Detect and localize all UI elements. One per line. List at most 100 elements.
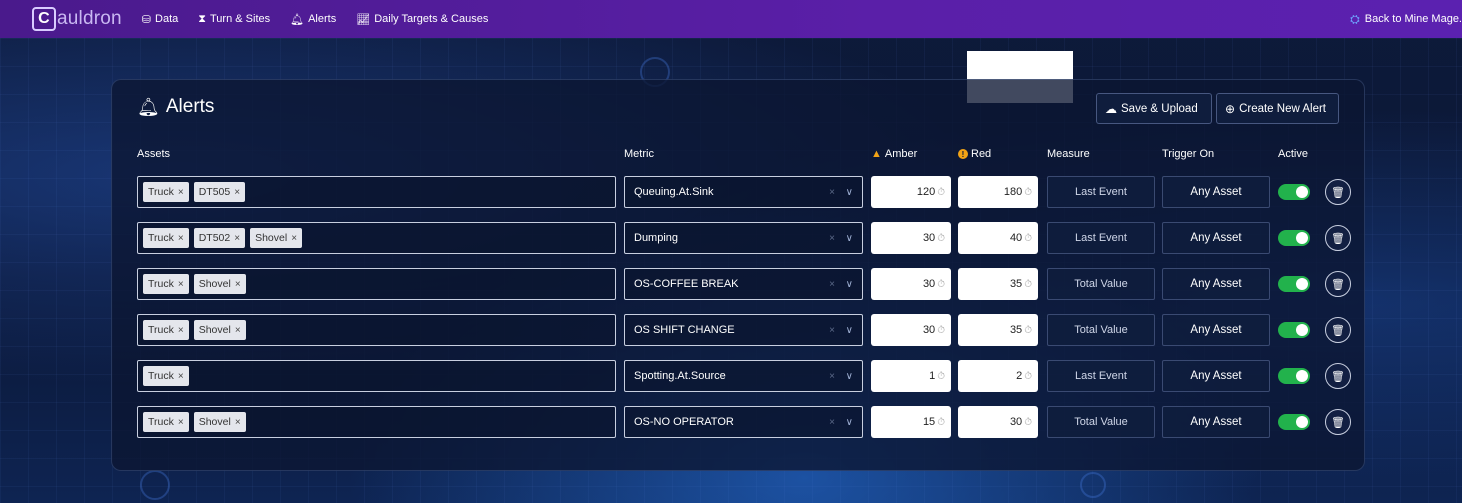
red-threshold-input[interactable]: 35 ⏱: [958, 314, 1038, 346]
asset-tag[interactable]: Truck ×: [143, 412, 189, 432]
metric-select[interactable]: OS-COFFEE BREAK × ∨: [624, 268, 863, 300]
trigger-value: Any Asset: [1190, 186, 1242, 198]
trigger-select[interactable]: Any Asset: [1162, 222, 1270, 254]
asset-tag[interactable]: Shovel ×: [193, 320, 246, 340]
asset-tag[interactable]: Truck ×: [143, 274, 189, 294]
create-alert-button[interactable]: ⊕ Create New Alert: [1216, 93, 1339, 124]
trigger-select[interactable]: Any Asset: [1162, 314, 1270, 346]
metric-select[interactable]: OS SHIFT CHANGE × ∨: [624, 314, 863, 346]
remove-tag-icon[interactable]: ×: [234, 187, 240, 198]
metric-value: Dumping: [634, 232, 679, 244]
measure-select[interactable]: Total Value: [1047, 406, 1155, 438]
active-toggle[interactable]: [1278, 230, 1310, 246]
asset-tag[interactable]: Shovel ×: [250, 228, 303, 248]
asset-tag[interactable]: Shovel ×: [193, 412, 246, 432]
red-threshold-input[interactable]: 35 ⏱: [958, 268, 1038, 300]
remove-tag-icon[interactable]: ×: [234, 233, 240, 244]
clear-icon[interactable]: ×: [829, 371, 835, 382]
remove-tag-icon[interactable]: ×: [178, 371, 184, 382]
asset-tag-label: Truck: [148, 416, 174, 428]
red-threshold-input[interactable]: 180 ⏱: [958, 176, 1038, 208]
amber-threshold-input[interactable]: 30 ⏱: [871, 222, 951, 254]
clear-icon[interactable]: ×: [829, 417, 835, 428]
stopwatch-icon: ⏱: [937, 186, 945, 198]
delete-alert-button[interactable]: 🗑︎: [1325, 409, 1351, 435]
active-toggle[interactable]: [1278, 368, 1310, 384]
assets-multiselect[interactable]: Truck × Shovel ×: [137, 314, 616, 346]
active-toggle[interactable]: [1278, 322, 1310, 338]
remove-tag-icon[interactable]: ×: [235, 325, 241, 336]
delete-alert-button[interactable]: 🗑︎: [1325, 271, 1351, 297]
asset-tag[interactable]: Truck ×: [143, 228, 189, 248]
asset-tag[interactable]: DT502 ×: [193, 228, 246, 248]
remove-tag-icon[interactable]: ×: [178, 417, 184, 428]
asset-tag[interactable]: Truck ×: [143, 366, 189, 386]
remove-tag-icon[interactable]: ×: [178, 279, 184, 290]
column-header-trigger: Trigger On: [1162, 148, 1215, 160]
remove-tag-icon[interactable]: ×: [291, 233, 297, 244]
trigger-select[interactable]: Any Asset: [1162, 176, 1270, 208]
nav-item-turn-sites[interactable]: ⧗ Turn & Sites: [198, 13, 270, 26]
asset-tag[interactable]: Truck ×: [143, 320, 189, 340]
chevron-down-icon[interactable]: ∨: [846, 279, 853, 290]
active-toggle[interactable]: [1278, 276, 1310, 292]
metric-select[interactable]: Spotting.At.Source × ∨: [624, 360, 863, 392]
nav-item-alerts[interactable]: 🔔︎ Alerts: [290, 13, 336, 26]
stopwatch-icon: ⏱: [937, 278, 945, 290]
amber-threshold-input[interactable]: 30 ⏱: [871, 314, 951, 346]
trigger-select[interactable]: Any Asset: [1162, 406, 1270, 438]
remove-tag-icon[interactable]: ×: [178, 325, 184, 336]
save-upload-button[interactable]: ☁ Save & Upload: [1096, 93, 1212, 124]
trigger-select[interactable]: Any Asset: [1162, 360, 1270, 392]
chevron-down-icon[interactable]: ∨: [846, 371, 853, 382]
clear-icon[interactable]: ×: [829, 279, 835, 290]
remove-tag-icon[interactable]: ×: [178, 187, 184, 198]
clear-icon[interactable]: ×: [829, 233, 835, 244]
red-threshold-input[interactable]: 30 ⏱: [958, 406, 1038, 438]
asset-tag[interactable]: DT505 ×: [193, 182, 246, 202]
delete-alert-button[interactable]: 🗑︎: [1325, 363, 1351, 389]
amber-threshold-input[interactable]: 30 ⏱: [871, 268, 951, 300]
red-threshold-input[interactable]: 2 ⏱: [958, 360, 1038, 392]
delete-alert-button[interactable]: 🗑︎: [1325, 317, 1351, 343]
chevron-down-icon[interactable]: ∨: [846, 233, 853, 244]
clear-icon[interactable]: ×: [829, 187, 835, 198]
amber-threshold-input[interactable]: 15 ⏱: [871, 406, 951, 438]
amber-threshold-input[interactable]: 120 ⏱: [871, 176, 951, 208]
chevron-down-icon[interactable]: ∨: [846, 187, 853, 198]
measure-select[interactable]: Last Event: [1047, 222, 1155, 254]
metric-select[interactable]: OS-NO OPERATOR × ∨: [624, 406, 863, 438]
nav-item-data[interactable]: ⛁ Data: [142, 13, 178, 26]
back-to-mine-link[interactable]: ⛭ Back to Mine Mage.: [1350, 0, 1462, 38]
red-threshold-input[interactable]: 40 ⏱: [958, 222, 1038, 254]
clear-icon[interactable]: ×: [829, 325, 835, 336]
measure-select[interactable]: Total Value: [1047, 268, 1155, 300]
assets-multiselect[interactable]: Truck ×: [137, 360, 616, 392]
asset-tag[interactable]: Truck ×: [143, 182, 189, 202]
remove-tag-icon[interactable]: ×: [178, 233, 184, 244]
nav-item-daily-targets[interactable]: 📈︎ Daily Targets & Causes: [356, 13, 488, 26]
delete-alert-button[interactable]: 🗑︎: [1325, 225, 1351, 251]
trigger-select[interactable]: Any Asset: [1162, 268, 1270, 300]
assets-multiselect[interactable]: Truck × DT505 ×: [137, 176, 616, 208]
metric-select[interactable]: Queuing.At.Sink × ∨: [624, 176, 863, 208]
measure-select[interactable]: Last Event: [1047, 360, 1155, 392]
metric-select[interactable]: Dumping × ∨: [624, 222, 863, 254]
assets-multiselect[interactable]: Truck × Shovel ×: [137, 406, 616, 438]
asset-tag[interactable]: Shovel ×: [193, 274, 246, 294]
active-toggle[interactable]: [1278, 184, 1310, 200]
active-toggle[interactable]: [1278, 414, 1310, 430]
assets-multiselect[interactable]: Truck × Shovel ×: [137, 268, 616, 300]
remove-tag-icon[interactable]: ×: [235, 279, 241, 290]
asset-tag-label: Truck: [148, 324, 174, 336]
measure-select[interactable]: Total Value: [1047, 314, 1155, 346]
cauldron-logo[interactable]: C auldron: [32, 7, 122, 31]
delete-alert-button[interactable]: 🗑︎: [1325, 179, 1351, 205]
measure-select[interactable]: Last Event: [1047, 176, 1155, 208]
amber-threshold-input[interactable]: 1 ⏱: [871, 360, 951, 392]
chevron-down-icon[interactable]: ∨: [846, 325, 853, 336]
asset-tag-label: Shovel: [198, 278, 231, 290]
chevron-down-icon[interactable]: ∨: [846, 417, 853, 428]
remove-tag-icon[interactable]: ×: [235, 417, 241, 428]
assets-multiselect[interactable]: Truck × DT502 × Shovel ×: [137, 222, 616, 254]
